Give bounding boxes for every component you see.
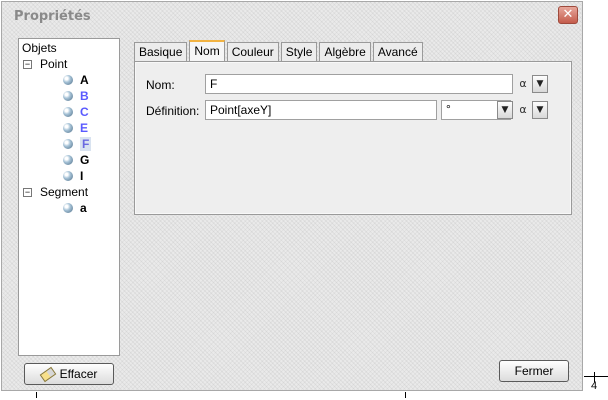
- tree-item-point-e[interactable]: E: [63, 120, 88, 136]
- erase-button[interactable]: Effacer: [24, 363, 114, 385]
- tree-item-point-a[interactable]: A: [63, 72, 89, 88]
- eraser-icon: [39, 366, 56, 382]
- background-axis-tick-label: 4: [591, 380, 598, 392]
- degree-dropdown-button[interactable]: ▼: [497, 101, 513, 119]
- collapse-icon[interactable]: −: [23, 59, 32, 69]
- point-icon: [63, 203, 73, 213]
- title-bar[interactable]: Propriétés ✕: [2, 2, 582, 32]
- tab-couleur[interactable]: Couleur: [226, 42, 279, 61]
- tree-item-label: F: [80, 137, 92, 151]
- tree-item-label: I: [80, 169, 84, 183]
- properties-dialog: Propriétés ✕ Objets − Point A B C E F G …: [1, 1, 583, 391]
- background-tick: [36, 392, 37, 398]
- tree-item-label: G: [80, 153, 90, 167]
- window-title: Propriétés: [14, 9, 91, 24]
- chevron-down-icon: ▼: [536, 79, 544, 89]
- name-field[interactable]: F: [205, 74, 513, 94]
- tab-nom[interactable]: Nom: [189, 40, 225, 61]
- collapse-icon[interactable]: −: [23, 187, 32, 197]
- tree-item-label: E: [80, 121, 89, 135]
- alpha-symbol-definition: α: [519, 103, 527, 116]
- name-label: Nom:: [146, 78, 175, 92]
- tree-item-point-g[interactable]: G: [63, 152, 89, 168]
- name-symbol-dropdown[interactable]: ▼: [532, 75, 548, 93]
- object-tree[interactable]: Objets − Point A B C E F G I − Segment a: [18, 38, 120, 356]
- point-icon: [63, 171, 73, 181]
- tree-item-segment-a[interactable]: a: [63, 200, 87, 216]
- chevron-down-icon: ▼: [501, 105, 509, 115]
- tree-item-point-i[interactable]: I: [63, 168, 83, 184]
- point-icon: [63, 75, 73, 85]
- tab-panel-nom: Nom: F α ▼ Définition: Point[axeY] ° ▼ α…: [134, 61, 572, 215]
- degree-select-value: °: [446, 102, 451, 116]
- close-button-label: Fermer: [514, 364, 554, 378]
- background-axis-horizontal: [584, 376, 608, 377]
- point-icon: [63, 155, 73, 165]
- window-close-button[interactable]: ✕: [558, 6, 578, 24]
- tree-item-label: a: [80, 201, 87, 215]
- point-icon: [63, 139, 73, 149]
- tab-bar: Basique Nom Couleur Style Algèbre Avancé: [134, 40, 425, 62]
- tree-root-label: Objets: [22, 41, 57, 55]
- erase-button-label: Effacer: [59, 367, 98, 381]
- point-icon: [63, 107, 73, 117]
- tree-group-label: Segment: [40, 185, 89, 199]
- alpha-symbol-name: α: [519, 77, 527, 90]
- tree-group-segment[interactable]: − Segment: [23, 184, 88, 200]
- tree-item-point-b[interactable]: B: [63, 88, 89, 104]
- tab-style[interactable]: Style: [280, 42, 318, 61]
- tree-item-label: A: [80, 73, 89, 87]
- tree-group-point[interactable]: − Point: [23, 56, 67, 72]
- tree-item-label: C: [80, 105, 89, 119]
- tab-basique[interactable]: Basique: [134, 42, 188, 61]
- tree-item-point-f[interactable]: F: [63, 136, 92, 152]
- background-tick: [405, 392, 406, 398]
- tab-avance[interactable]: Avancé: [372, 42, 423, 61]
- tree-item-point-c[interactable]: C: [63, 104, 89, 120]
- point-icon: [63, 123, 73, 133]
- tree-group-label: Point: [40, 57, 68, 71]
- chevron-down-icon: ▼: [536, 105, 544, 115]
- tab-algebre[interactable]: Algèbre: [319, 42, 371, 61]
- definition-field[interactable]: Point[axeY]: [205, 100, 437, 120]
- close-button[interactable]: Fermer: [499, 360, 569, 382]
- definition-symbol-dropdown[interactable]: ▼: [532, 101, 548, 119]
- tree-item-label: B: [80, 89, 89, 103]
- point-icon: [63, 91, 73, 101]
- definition-label: Définition:: [146, 104, 200, 118]
- close-icon: ✕: [562, 7, 574, 22]
